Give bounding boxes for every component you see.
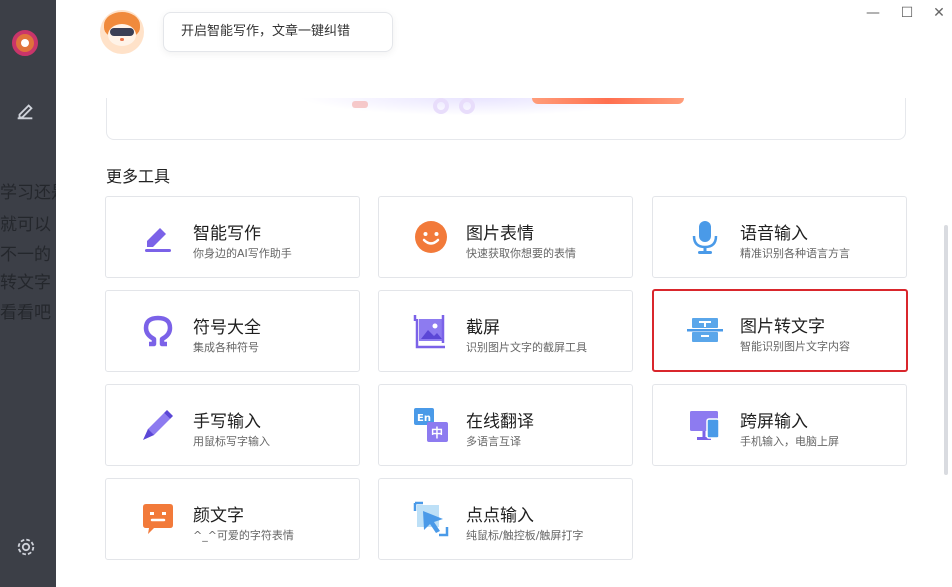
- tool-card-online-translate[interactable]: En 中 在线翻译 多语言互译: [378, 384, 633, 466]
- tool-card-handwriting[interactable]: 手写输入 用鼠标写字输入: [105, 384, 360, 466]
- maximize-button[interactable]: ☐: [896, 3, 918, 23]
- background-text: 学习还是: [0, 183, 56, 203]
- tool-name: 语音输入: [740, 224, 808, 244]
- tool-desc: 快速获取你想要的表情: [466, 247, 576, 260]
- svg-text:中: 中: [431, 425, 443, 440]
- tool-desc: 纯鼠标/触控板/触屏打字: [466, 529, 584, 542]
- mascot-avatar: [100, 10, 144, 54]
- tool-name: 截屏: [466, 318, 500, 338]
- tool-card-image-to-text[interactable]: 图片转文字 智能识别图片文字内容: [652, 289, 908, 372]
- background-app: 学习还是 就可以 不一的 转文字 看看吧: [0, 0, 56, 587]
- tool-desc: 精准识别各种语言方言: [740, 247, 850, 260]
- tool-desc: 集成各种符号: [193, 341, 259, 354]
- tool-desc: 识别图片文字的截屏工具: [466, 341, 587, 354]
- tool-card-voice-input[interactable]: 语音输入 精准识别各种语言方言: [652, 196, 907, 278]
- kaomoji-icon: [143, 504, 173, 534]
- tool-card-symbols[interactable]: 符号大全 集成各种符号: [105, 290, 360, 372]
- tool-name: 在线翻译: [466, 412, 534, 432]
- scrollbar[interactable]: [944, 225, 948, 475]
- tool-card-cross-screen[interactable]: 跨屏输入 手机输入，电脑上屏: [652, 384, 907, 466]
- background-text: 不一的: [0, 245, 51, 265]
- tool-card-smart-writing[interactable]: 智能写作 你身边的AI写作助手: [105, 196, 360, 278]
- tool-desc: 智能识别图片文字内容: [740, 340, 850, 353]
- cross-screen-icon: [690, 411, 720, 440]
- background-text: 看看吧: [0, 303, 51, 323]
- microphone-icon: [692, 221, 718, 254]
- tool-card-click-input[interactable]: 点点输入 纯鼠标/触控板/触屏打字: [378, 478, 633, 560]
- app-logo-icon: [12, 30, 38, 56]
- cursor-click-icon: [413, 501, 449, 537]
- close-button[interactable]: ✕: [928, 3, 950, 23]
- tool-card-image-emoji[interactable]: 图片表情 快速获取你想要的表情: [378, 196, 633, 278]
- tool-desc: 你身边的AI写作助手: [193, 247, 292, 260]
- tool-desc: 手机输入，电脑上屏: [740, 435, 839, 448]
- tool-card-screenshot[interactable]: 截屏 识别图片文字的截屏工具: [378, 290, 633, 372]
- section-title: 更多工具: [106, 169, 171, 186]
- tool-name: 点点输入: [466, 506, 534, 526]
- promo-bubble[interactable]: 开启智能写作，文章一键纠错: [163, 12, 393, 52]
- tool-name: 跨屏输入: [740, 412, 808, 432]
- ocr-scan-icon: [687, 318, 723, 342]
- background-text: 转文字: [0, 273, 51, 293]
- background-sidebar: [0, 0, 56, 587]
- tool-name: 图片转文字: [740, 317, 825, 337]
- pen-write-icon: [145, 228, 171, 252]
- edit-icon: [17, 104, 33, 120]
- smiley-icon: [415, 221, 447, 253]
- tool-desc: ^_^可爱的字符表情: [193, 529, 294, 542]
- omega-icon: [143, 315, 173, 347]
- tool-name: 符号大全: [193, 318, 261, 338]
- tool-card-kaomoji[interactable]: 颜文字 ^_^可爱的字符表情: [105, 478, 360, 560]
- tool-desc: 多语言互译: [466, 435, 521, 448]
- tool-name: 颜文字: [193, 506, 244, 526]
- handwriting-pen-icon: [143, 410, 173, 440]
- minimize-button[interactable]: —: [862, 3, 884, 23]
- promo-banner[interactable]: [106, 98, 906, 140]
- screenshot-icon: [413, 315, 445, 349]
- tool-desc: 用鼠标写字输入: [193, 435, 270, 448]
- background-text: 就可以: [0, 215, 51, 235]
- tool-name: 智能写作: [193, 224, 261, 244]
- tools-window: 开启智能写作，文章一键纠错 — ☐ ✕ 更多工具 智能写作 你身边的AI写作助手…: [56, 0, 952, 587]
- tool-name: 手写输入: [193, 412, 261, 432]
- settings-gear-icon: [17, 538, 35, 556]
- translate-icon: En 中: [414, 408, 448, 442]
- tool-name: 图片表情: [466, 224, 534, 244]
